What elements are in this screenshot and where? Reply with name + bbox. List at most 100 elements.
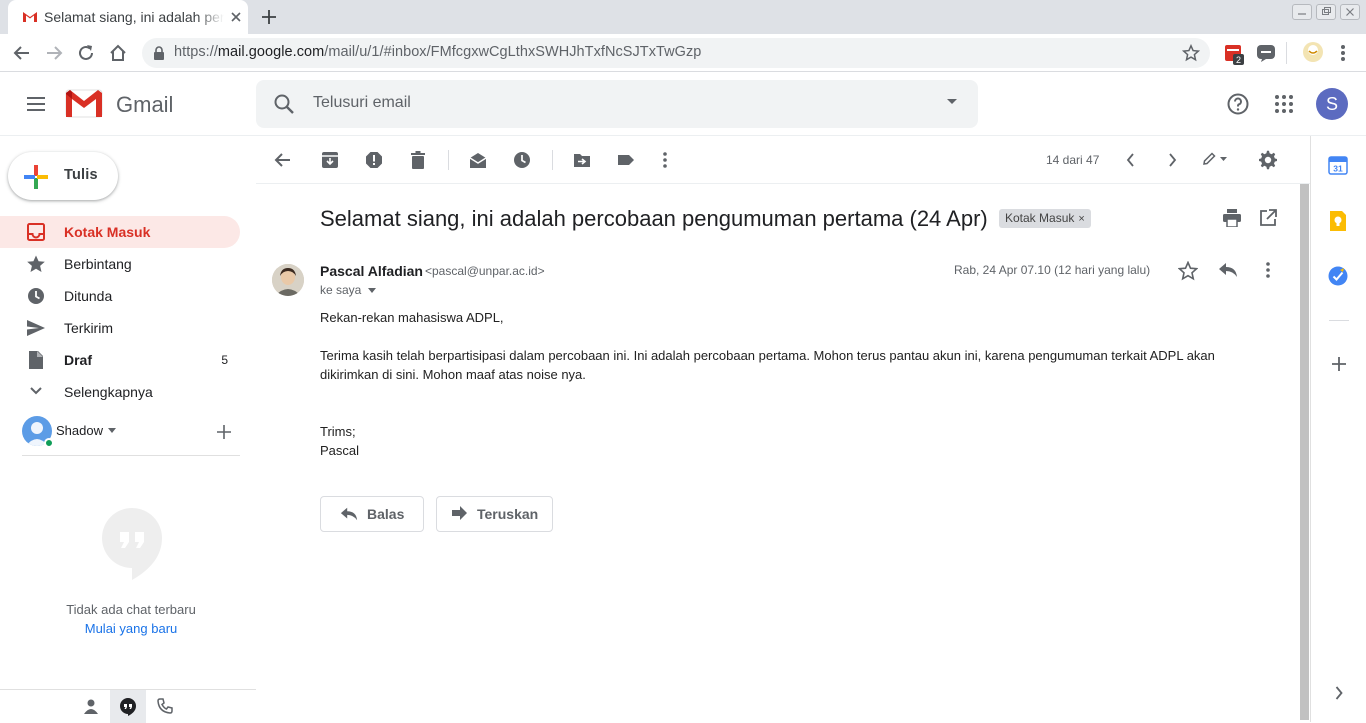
label-chip-text: Kotak Masuk [1005, 211, 1075, 225]
pagination-text: 14 dari 47 [1046, 153, 1100, 167]
settings-gear-icon[interactable] [1258, 150, 1278, 170]
left-sidebar: Tulis Kotak Masuk Berbintang Ditunda Ter… [0, 136, 256, 723]
tab-title: Selamat siang, ini adalah percobaan peng… [44, 9, 224, 25]
add-chat-icon[interactable] [216, 424, 232, 440]
message-body-greeting: Rekan-rekan mahasiswa ADPL, [320, 310, 504, 325]
sidebar-item-drafts[interactable]: Draf 5 [0, 344, 240, 376]
scrollbar-thumb[interactable] [1300, 184, 1309, 720]
search-icon[interactable] [272, 92, 296, 116]
sidebar-item-label: Ditunda [64, 288, 113, 304]
search-input[interactable]: Telusuri email [313, 94, 411, 112]
mark-as-unread-icon[interactable] [469, 151, 487, 169]
message-subject: Selamat siang, ini adalah percobaan peng… [320, 206, 988, 231]
sender-name[interactable]: Pascal Alfadian [320, 263, 423, 279]
no-recent-chats-text: Tidak ada chat terbaru [66, 602, 196, 617]
snooze-clock-icon[interactable] [513, 151, 531, 169]
chevron-down-icon [30, 387, 42, 395]
google-keep-icon[interactable] [1328, 210, 1348, 232]
report-spam-icon[interactable] [365, 151, 383, 169]
forward-arrow-icon[interactable] [44, 43, 64, 63]
back-arrow-icon[interactable] [12, 43, 32, 63]
sidebar-item-label: Draf [64, 352, 93, 368]
more-options-icon[interactable] [661, 151, 669, 169]
draft-icon [26, 351, 46, 369]
sidebar-item-more[interactable]: Selengkapnya [0, 376, 240, 408]
chat-extension-icon[interactable] [1256, 43, 1276, 63]
sidebar-item-sent[interactable]: Terkirim [0, 312, 240, 344]
toolbar-separator [1286, 42, 1287, 64]
archive-icon[interactable] [321, 151, 339, 169]
forward-button[interactable]: Teruskan [436, 496, 553, 532]
bookmark-star-icon[interactable] [1182, 44, 1200, 62]
home-icon[interactable] [108, 43, 128, 63]
star-message-icon[interactable] [1178, 261, 1198, 281]
move-to-folder-icon[interactable] [573, 151, 591, 169]
phone-icon[interactable] [157, 698, 173, 714]
message-more-options-icon[interactable] [1264, 261, 1272, 279]
message-scrollbar[interactable] [1299, 184, 1310, 720]
main-menu-icon[interactable] [24, 92, 48, 116]
account-avatar[interactable]: S [1316, 88, 1348, 120]
sidebar-item-label: Kotak Masuk [64, 224, 151, 240]
recipient-summary[interactable]: ke saya [320, 283, 361, 297]
gmail-logo-icon[interactable] [65, 88, 103, 118]
browser-tab[interactable]: Selamat siang, ini adalah percobaan peng… [8, 0, 248, 34]
sidebar-item-starred[interactable]: Berbintang [0, 248, 240, 280]
google-tasks-icon[interactable] [1328, 266, 1348, 286]
apps-grid-icon[interactable] [1272, 92, 1296, 116]
gmail-favicon-icon [22, 10, 38, 23]
search-bar[interactable]: Telusuri email [256, 80, 978, 128]
address-bar[interactable]: https://mail.google.com/mail/u/1/#inbox/… [142, 38, 1210, 68]
help-icon[interactable] [1226, 92, 1250, 116]
start-new-chat-link[interactable]: Mulai yang baru [0, 621, 262, 636]
sidebar-item-snoozed[interactable]: Ditunda [0, 280, 240, 312]
chrome-menu-icon[interactable] [1340, 43, 1346, 63]
newer-chevron-left-icon[interactable] [1126, 153, 1136, 167]
toolbar-divider [448, 150, 449, 170]
remove-label-icon[interactable]: × [1078, 213, 1084, 225]
search-options-caret-icon[interactable] [946, 98, 958, 105]
lock-icon[interactable] [153, 46, 165, 60]
reply-arrow-icon[interactable] [1218, 262, 1238, 278]
profile-avatar-icon[interactable] [1302, 41, 1324, 63]
hangouts-user-row[interactable]: Shadow [22, 416, 240, 456]
google-calendar-icon[interactable]: 31 [1328, 155, 1348, 175]
compose-label: Tulis [64, 167, 98, 183]
back-to-inbox-icon[interactable] [274, 151, 292, 169]
status-caret-icon[interactable] [108, 428, 116, 433]
new-tab-icon[interactable] [260, 8, 278, 26]
star-icon [26, 255, 46, 273]
older-chevron-right-icon[interactable] [1167, 153, 1177, 167]
print-icon[interactable] [1222, 209, 1242, 227]
hangouts-user-name[interactable]: Shadow [56, 423, 103, 438]
sidebar-item-inbox[interactable]: Kotak Masuk [0, 216, 240, 248]
sender-avatar[interactable] [272, 264, 304, 296]
contacts-person-icon[interactable] [83, 698, 99, 714]
chat-bottom-bar [0, 689, 256, 723]
reply-button[interactable]: Balas [320, 496, 424, 532]
gmail-wordmark[interactable]: Gmail [116, 92, 173, 118]
hide-side-panel-chevron-icon[interactable] [1335, 686, 1343, 700]
sidebar-item-label: Terkirim [64, 320, 113, 336]
label-tag-icon[interactable] [617, 151, 635, 169]
show-details-caret-icon[interactable] [368, 288, 376, 293]
message-date: Rab, 24 Apr 07.10 (12 hari yang lalu) [954, 263, 1151, 277]
inbox-label-chip[interactable]: Kotak Masuk × [999, 209, 1091, 228]
reload-icon[interactable] [76, 43, 96, 63]
browser-toolbar: https://mail.google.com/mail/u/1/#inbox/… [0, 34, 1366, 72]
minimize-window-button[interactable] [1292, 4, 1312, 20]
delete-icon[interactable] [409, 151, 427, 169]
toolbar-bottom-divider [256, 183, 1310, 184]
input-tools-pencil-icon[interactable] [1202, 152, 1228, 166]
close-window-button[interactable] [1340, 4, 1360, 20]
hangouts-tab[interactable] [110, 690, 146, 723]
tab-close-icon[interactable] [228, 9, 244, 25]
get-addons-plus-icon[interactable] [1331, 356, 1347, 372]
calendar-extension-icon[interactable]: 2 [1224, 43, 1248, 67]
side-panel: 31 [1310, 136, 1366, 722]
browser-tab-bar: Selamat siang, ini adalah percobaan peng… [0, 0, 1366, 34]
restore-window-button[interactable] [1316, 4, 1336, 20]
compose-button[interactable]: Tulis [8, 152, 118, 200]
open-in-new-window-icon[interactable] [1259, 209, 1277, 227]
sidebar-item-label: Selengkapnya [64, 384, 153, 400]
